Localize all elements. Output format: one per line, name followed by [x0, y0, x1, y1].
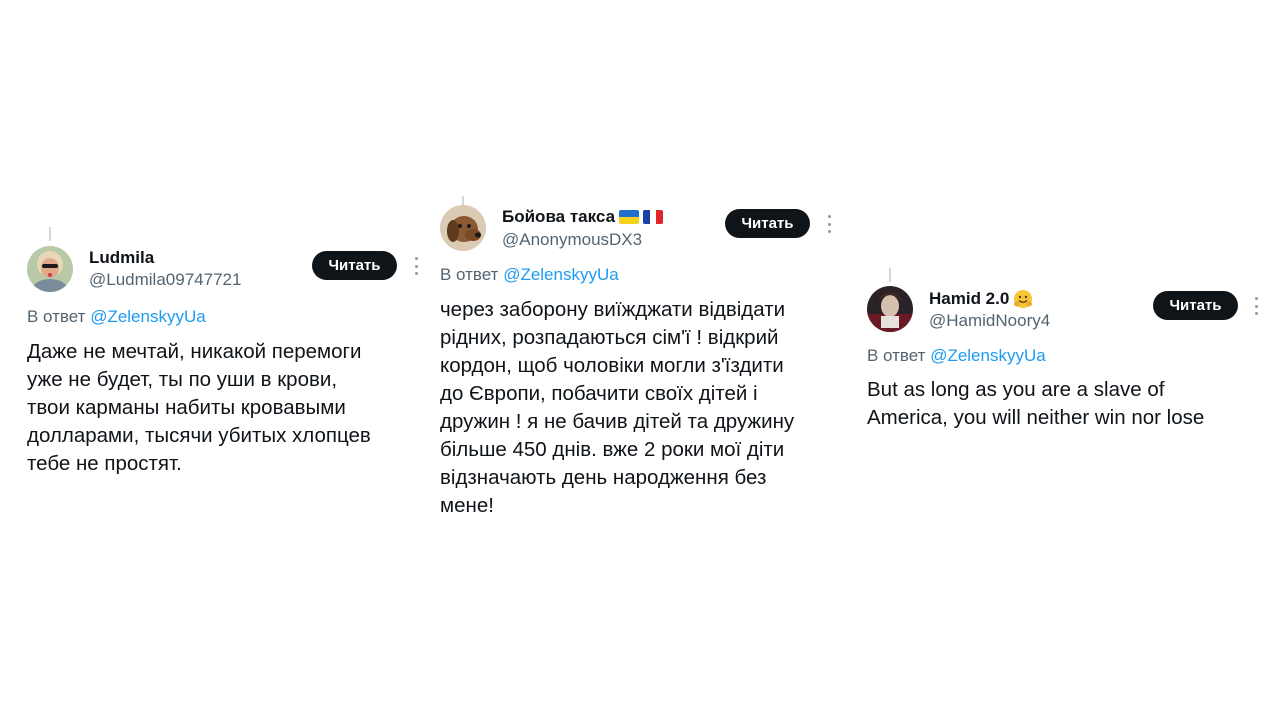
tweet-body-line: відзначають день народження без	[440, 466, 767, 489]
tweet-body-line: до Європи, побачити своїх дітей і	[440, 382, 758, 405]
woman-portrait-avatar-icon	[27, 246, 73, 292]
tweet-body: Даже не мечтай, никакой перемоги уже не …	[27, 338, 371, 478]
tweet-body-line: дружин ! я не бачив дітей та дружину	[440, 410, 795, 433]
reply-prefix: В ответ	[867, 346, 926, 365]
hugging-face-emoji-icon	[1013, 289, 1033, 309]
reply-prefix: В ответ	[440, 265, 499, 284]
tweet-body-line: But as long as you are a slave of	[867, 378, 1165, 401]
reply-prefix: В ответ	[27, 307, 86, 326]
thread-connector-line	[889, 268, 891, 282]
follow-button[interactable]: Читать	[1153, 291, 1238, 320]
author-name-row: Ludmila	[89, 248, 154, 268]
user-handle[interactable]: @Ludmila09747721	[89, 270, 241, 290]
display-name[interactable]: Бойова такса	[502, 207, 615, 227]
tweet-body-line: рідних, розпадаються сім'ї ! відкрий	[440, 326, 779, 349]
more-options-icon[interactable]	[414, 257, 418, 275]
person-portrait-avatar-icon	[867, 286, 913, 332]
reply-mention-link[interactable]: @ZelenskyyUa	[90, 307, 206, 326]
tweet-body-line: кордон, щоб чоловіки могли з'їздити	[440, 354, 784, 377]
tweet-body-line: Даже не мечтай, никакой перемоги	[27, 340, 362, 363]
author-name-row: Hamid 2.0	[929, 289, 1033, 309]
avatar[interactable]	[867, 286, 913, 332]
more-options-icon[interactable]	[827, 215, 831, 233]
follow-button[interactable]: Читать	[312, 251, 397, 280]
follow-button[interactable]: Читать	[725, 209, 810, 238]
tweet-body-line: більше 450 днів. вже 2 роки мої діти	[440, 438, 785, 461]
tweet-body-line: долларами, тысячи убитых хлопцев	[27, 424, 371, 447]
more-options-icon[interactable]	[1254, 297, 1258, 315]
reply-context: В ответ @ZelenskyyUa	[440, 265, 619, 285]
reply-context: В ответ @ZelenskyyUa	[27, 307, 206, 327]
display-name[interactable]: Ludmila	[89, 248, 154, 268]
reply-context: В ответ @ZelenskyyUa	[867, 346, 1046, 366]
display-name[interactable]: Hamid 2.0	[929, 289, 1009, 309]
user-handle[interactable]: @HamidNoory4	[929, 311, 1050, 331]
tweet-body-line: тебе не простят.	[27, 452, 182, 475]
avatar[interactable]	[440, 205, 486, 251]
author-name-row: Бойова такса	[502, 207, 664, 227]
tweet-body: But as long as you are a slave of Americ…	[867, 376, 1204, 432]
france-flag-icon	[643, 210, 664, 224]
dachshund-dog-avatar-icon	[440, 205, 486, 251]
thread-connector-line	[49, 227, 51, 241]
reply-mention-link[interactable]: @ZelenskyyUa	[503, 265, 619, 284]
avatar[interactable]	[27, 246, 73, 292]
ukraine-flag-icon	[619, 210, 640, 224]
tweet-body: через заборону виїжджати відвідати рідни…	[440, 296, 794, 520]
tweet-body-line: уже не будет, ты по уши в крови,	[27, 368, 338, 391]
tweet-body-line: America, you will neither win nor lose	[867, 406, 1205, 429]
user-handle[interactable]: @AnonymousDX3	[502, 230, 642, 250]
tweet-body-line: твои карманы набиты кровавыми	[27, 396, 346, 419]
tweet-body-line: через заборону виїжджати відвідати	[440, 298, 786, 321]
reply-mention-link[interactable]: @ZelenskyyUa	[930, 346, 1046, 365]
tweet-body-line: мене!	[440, 494, 494, 517]
